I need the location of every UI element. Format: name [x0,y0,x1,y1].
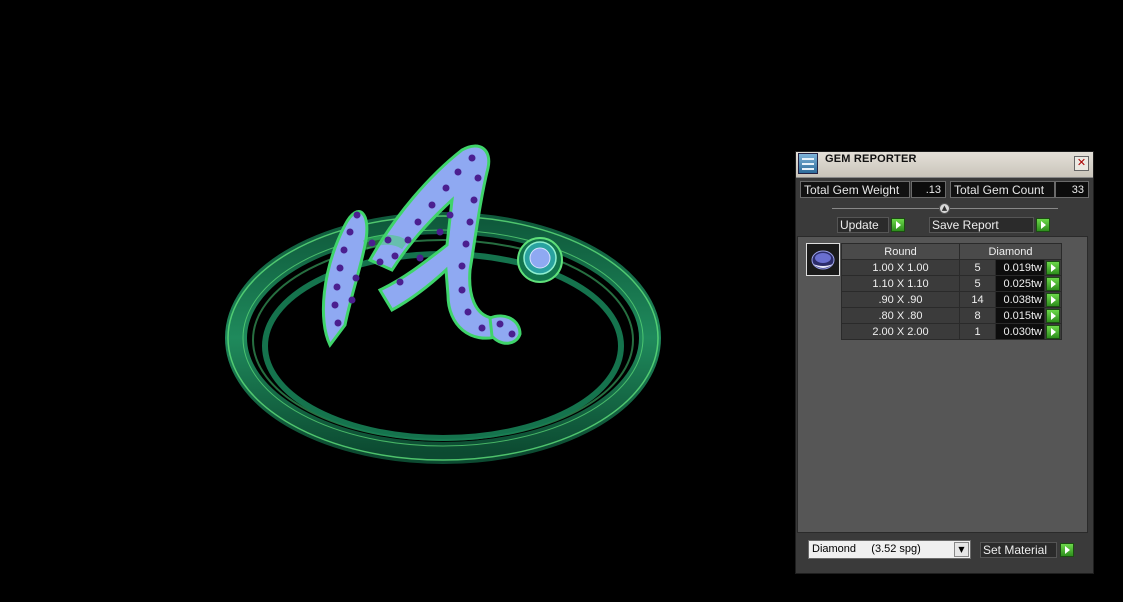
gem-size-cell: 1.10 X 1.10 [841,275,960,292]
gem-weight-cell: 0.038tw [995,291,1045,308]
column-header-shape: Round [841,243,960,260]
save-report-go-icon[interactable] [1036,218,1050,232]
update-go-icon[interactable] [891,218,905,232]
save-report-button[interactable]: Save Report [929,217,1034,233]
gem-size-cell: .80 X .80 [841,307,960,324]
material-select-value: Diamond (3.52 spg) [812,543,921,555]
panel-titlebar[interactable]: GEM REPORTER ✕ [796,152,1093,178]
panel-title: GEM REPORTER [825,153,917,165]
gem-reporter-app-icon [798,153,818,174]
set-material-button[interactable]: Set Material [980,542,1057,558]
gem-count-cell: 14 [959,291,996,308]
table-row: .80 X .80 8 0.015tw [841,307,1062,324]
row-go-icon[interactable] [1046,261,1060,275]
table-row: 1.00 X 1.00 5 0.019tw [841,259,1062,276]
gem-weight-cell: 0.015tw [995,307,1045,324]
gem-table: Round Diamond 1.00 X 1.00 5 0.019tw 1.10… [841,243,1062,340]
row-go-icon[interactable] [1046,325,1060,339]
gem-reporter-panel: GEM REPORTER ✕ Total Gem Weight .13 Tota… [795,151,1094,574]
update-button[interactable]: Update [837,217,889,233]
gem-count-cell: 1 [959,323,996,340]
gem-list-area[interactable]: Round Diamond 1.00 X 1.00 5 0.019tw 1.10… [797,236,1088,533]
table-row: 1.10 X 1.10 5 0.025tw [841,275,1062,292]
gem-size-cell: 2.00 X 2.00 [841,323,960,340]
row-go-icon[interactable] [1046,309,1060,323]
table-row: 2.00 X 2.00 1 0.030tw [841,323,1062,340]
chevron-down-icon[interactable]: ▼ [954,542,969,557]
round-gem-icon[interactable] [806,243,840,276]
letter-a-pave [321,144,522,348]
table-header-row: Round Diamond [841,243,1062,260]
gem-size-cell: .90 X .90 [841,291,960,308]
gem-count-cell: 8 [959,307,996,324]
table-row: .90 X .90 14 0.038tw [841,291,1062,308]
close-icon[interactable]: ✕ [1074,156,1089,171]
gem-weight-cell: 0.030tw [995,323,1045,340]
row-go-icon[interactable] [1046,277,1060,291]
material-select[interactable]: Diamond (3.52 spg) ▼ [808,540,971,559]
total-gem-count-label: Total Gem Count [950,181,1055,198]
row-go-icon[interactable] [1046,293,1060,307]
ring-render [225,144,661,464]
gem-count-cell: 5 [959,275,996,292]
total-gem-weight-value: .13 [911,181,946,198]
gem-count-cell: 5 [959,259,996,276]
gem-weight-cell: 0.025tw [995,275,1045,292]
total-gem-count-value: 33 [1055,181,1089,198]
3d-viewport[interactable] [0,0,790,597]
set-material-go-icon[interactable] [1060,543,1074,557]
column-header-material: Diamond [959,243,1062,260]
total-gem-weight-label: Total Gem Weight [800,181,910,198]
bezel-stone [517,237,563,283]
gem-weight-cell: 0.019tw [995,259,1045,276]
gem-size-cell: 1.00 X 1.00 [841,259,960,276]
splitter-collapse-icon[interactable]: ▲ [939,203,950,214]
